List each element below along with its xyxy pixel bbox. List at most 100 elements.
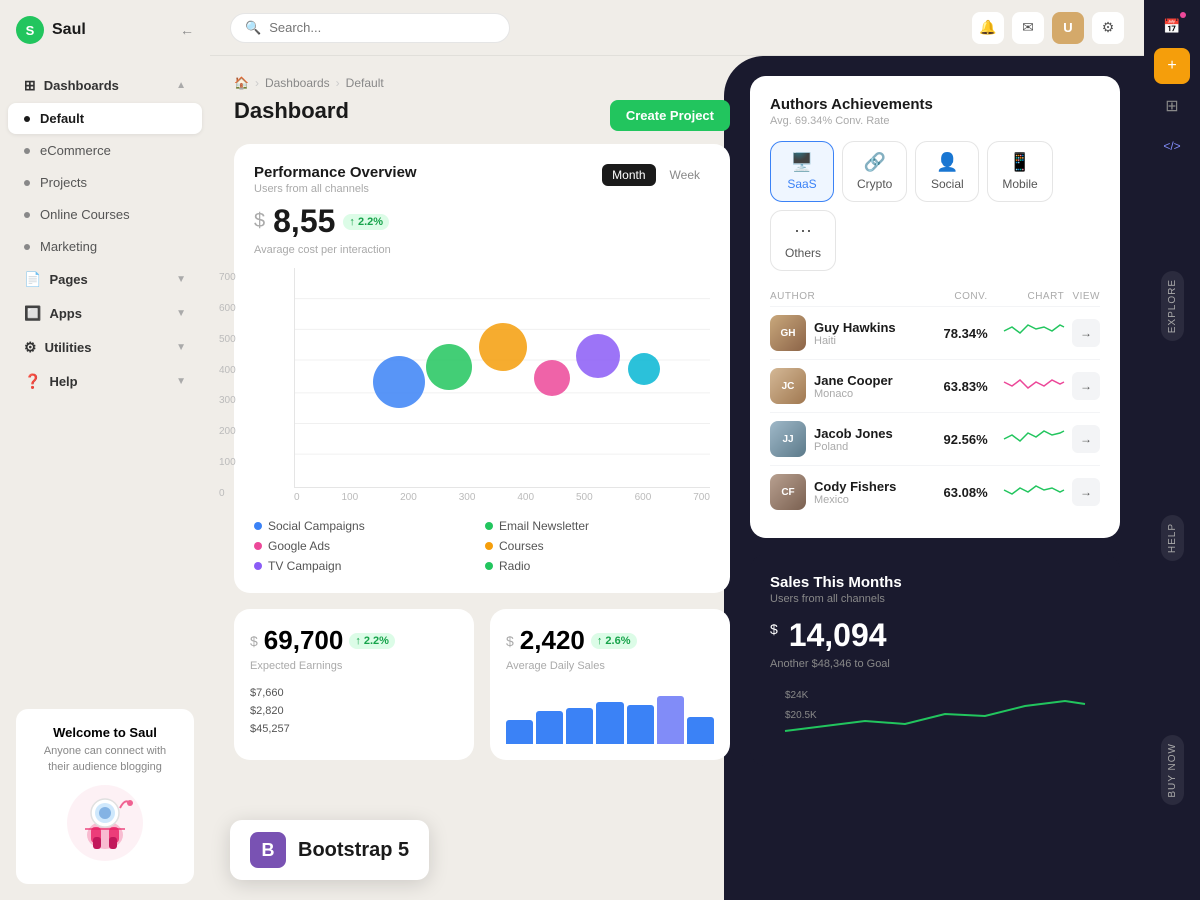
authors-card: Authors Achievements Avg. 69.34% Conv. R… bbox=[750, 76, 1120, 538]
sidebar-item-default[interactable]: Default bbox=[8, 103, 202, 134]
sales-card: Sales This Months Users from all channel… bbox=[750, 554, 1120, 766]
author-info: CF Cody Fishers Mexico bbox=[770, 474, 931, 510]
cat-tab-saas[interactable]: 🖥️ SaaS bbox=[770, 141, 834, 202]
author-name: Guy Hawkins bbox=[814, 320, 896, 335]
home-icon: 🏠 bbox=[234, 76, 249, 90]
earnings-value: $ 69,700 ↑ 2.2% bbox=[250, 625, 458, 656]
bar-5 bbox=[627, 705, 654, 744]
author-name: Cody Fishers bbox=[814, 479, 896, 494]
category-tabs: 🖥️ SaaS 🔗 Crypto 👤 Social 📱 bbox=[770, 141, 1100, 271]
sales-chart: $24K $20.5K bbox=[770, 686, 1100, 746]
cat-tab-others[interactable]: ⋯ Others bbox=[770, 210, 836, 271]
cat-tab-mobile[interactable]: 📱 Mobile bbox=[987, 141, 1052, 202]
tab-month[interactable]: Month bbox=[602, 164, 655, 186]
sidebar-item-projects[interactable]: Projects bbox=[8, 167, 202, 198]
author-location: Monaco bbox=[814, 388, 893, 400]
notification-dot bbox=[1180, 12, 1186, 18]
code-icon: </> bbox=[1163, 139, 1180, 153]
expected-earnings-card: $ 69,700 ↑ 2.2% Expected Earnings $7,660… bbox=[234, 609, 474, 760]
table-row: CF Cody Fishers Mexico 63.08% bbox=[770, 466, 1100, 519]
help-icon: ❓ bbox=[24, 373, 41, 390]
breadcrumb-dashboards[interactable]: Dashboards bbox=[265, 76, 330, 90]
sales-label: Average Daily Sales bbox=[506, 660, 714, 672]
bootstrap-overlay: B Bootstrap 5 bbox=[230, 820, 429, 880]
bar-7 bbox=[687, 717, 714, 744]
grid-button[interactable]: ⊞ bbox=[1154, 88, 1190, 124]
search-box[interactable]: 🔍 bbox=[230, 13, 510, 43]
author-location: Mexico bbox=[814, 494, 896, 506]
view-button[interactable]: → bbox=[1072, 425, 1100, 453]
avatar: GH bbox=[770, 315, 806, 351]
performance-badge: ↑ 2.2% bbox=[343, 214, 389, 230]
bar-2 bbox=[536, 711, 563, 744]
sales-goal: Another $48,346 to Goal bbox=[770, 658, 1100, 670]
content-inner: 🏠 › Dashboards › Default Dashboard Creat… bbox=[210, 56, 1144, 900]
conv-rate: 92.56% bbox=[931, 413, 987, 466]
others-icon: ⋯ bbox=[794, 221, 812, 242]
sidebar-item-help[interactable]: ❓ Help ▼ bbox=[8, 365, 202, 398]
app-name: Saul bbox=[52, 21, 86, 39]
create-project-button[interactable]: Create Project bbox=[610, 100, 730, 131]
view-button[interactable]: → bbox=[1072, 478, 1100, 506]
user-avatar[interactable]: U bbox=[1052, 12, 1084, 44]
search-input[interactable] bbox=[269, 20, 495, 35]
sidebar-item-marketing[interactable]: Marketing bbox=[8, 231, 202, 262]
author-name: Jane Cooper bbox=[814, 373, 893, 388]
mini-chart bbox=[988, 413, 1065, 466]
add-button[interactable]: + bbox=[1154, 48, 1190, 84]
topbar: 🔍 🔔 ✉ U ⚙ bbox=[210, 0, 1144, 56]
performance-subtitle: Users from all channels bbox=[254, 183, 417, 195]
welcome-card: Welcome to Saul Anyone can connect with … bbox=[16, 709, 194, 884]
performance-metric: $ 8,55 ↑ 2.2% bbox=[254, 203, 710, 240]
legend-dot bbox=[485, 562, 493, 570]
sidebar-item-utilities[interactable]: ⚙ Utilities ▼ bbox=[8, 331, 202, 364]
breadcrumb: 🏠 › Dashboards › Default bbox=[234, 76, 384, 90]
saas-icon: 🖥️ bbox=[791, 152, 813, 173]
wave-chart bbox=[1004, 425, 1064, 449]
view-button[interactable]: → bbox=[1072, 319, 1100, 347]
sidebar-item-label: Apps bbox=[49, 306, 82, 321]
avatar: CF bbox=[770, 474, 806, 510]
buy-section[interactable]: Buy now bbox=[1161, 735, 1184, 806]
dot-icon bbox=[24, 244, 30, 250]
tab-week[interactable]: Week bbox=[660, 164, 710, 186]
cat-tab-social[interactable]: 👤 Social bbox=[915, 141, 979, 202]
mini-chart bbox=[988, 360, 1065, 413]
code-button[interactable]: </> bbox=[1154, 128, 1190, 164]
sidebar-item-label: eCommerce bbox=[40, 143, 111, 158]
notifications-button[interactable]: 🔔 bbox=[972, 12, 1004, 44]
author-info: JC Jane Cooper Monaco bbox=[770, 368, 931, 404]
settings-button[interactable]: ⚙ bbox=[1092, 12, 1124, 44]
view-button[interactable]: → bbox=[1072, 372, 1100, 400]
authors-title: Authors Achievements bbox=[770, 96, 1100, 113]
chevron-down-icon: ▼ bbox=[176, 376, 186, 387]
mini-chart bbox=[988, 466, 1065, 519]
legend-email-newsletter: Email Newsletter bbox=[485, 519, 710, 533]
legend-radio: Radio bbox=[485, 559, 710, 573]
table-row: JC Jane Cooper Monaco 63.83% bbox=[770, 360, 1100, 413]
sidebar-item-apps[interactable]: 🔲 Apps ▼ bbox=[8, 297, 202, 330]
back-icon[interactable]: ← bbox=[180, 22, 194, 38]
sidebar-item-dashboards[interactable]: ⊞ Dashboards ▲ bbox=[8, 69, 202, 102]
chart-legend: Social Campaigns Email Newsletter Google… bbox=[254, 519, 710, 573]
pages-icon: 📄 bbox=[24, 271, 41, 288]
sidebar-item-ecommerce[interactable]: eCommerce bbox=[8, 135, 202, 166]
sidebar-item-online-courses[interactable]: Online Courses bbox=[8, 199, 202, 230]
dot-icon bbox=[24, 148, 30, 154]
help-section[interactable]: Help bbox=[1161, 515, 1184, 561]
bubble-6 bbox=[628, 353, 660, 385]
utilities-icon: ⚙ bbox=[24, 339, 37, 356]
message-icon: ✉ bbox=[1022, 19, 1034, 36]
earnings-badge: ↑ 2.2% bbox=[349, 633, 395, 649]
sidebar: S Saul ← ⊞ Dashboards ▲ Default eCommerc… bbox=[0, 0, 210, 900]
sidebar-item-pages[interactable]: 📄 Pages ▼ bbox=[8, 263, 202, 296]
bar-3 bbox=[566, 708, 593, 744]
calendar-button[interactable]: 📅 bbox=[1154, 8, 1190, 44]
performance-card: Performance Overview Users from all chan… bbox=[234, 144, 730, 593]
conv-rate: 63.83% bbox=[931, 360, 987, 413]
explore-section[interactable]: Explore bbox=[1161, 271, 1184, 341]
bubble-2 bbox=[426, 344, 472, 390]
buy-label: Buy now bbox=[1167, 743, 1178, 798]
cat-tab-crypto[interactable]: 🔗 Crypto bbox=[842, 141, 907, 202]
messages-button[interactable]: ✉ bbox=[1012, 12, 1044, 44]
